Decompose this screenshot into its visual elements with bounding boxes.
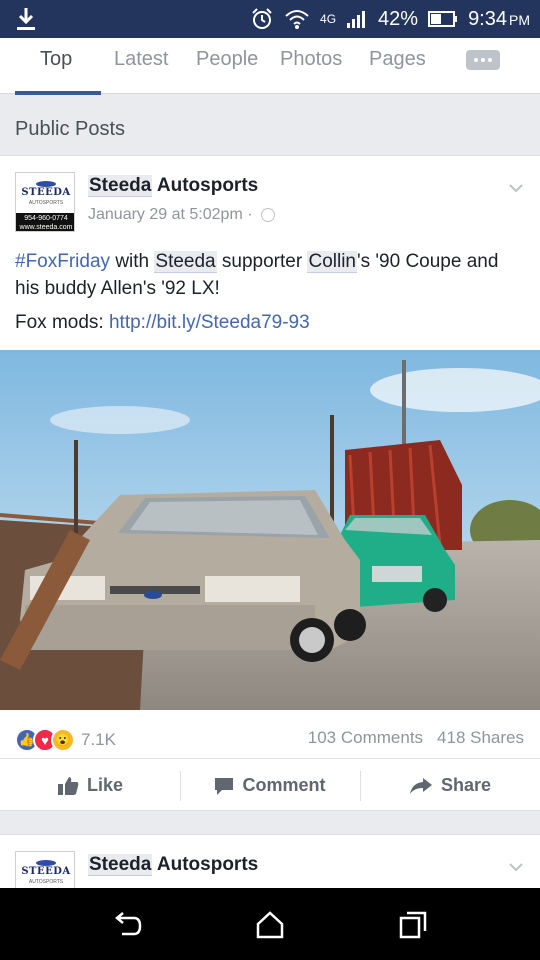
poster-name-2[interactable]: Steeda Autosports <box>88 854 258 876</box>
post-stats: 103 Comments 418 Shares <box>308 728 524 748</box>
home-icon[interactable] <box>255 910 285 940</box>
share-button[interactable]: Share <box>360 759 540 812</box>
tab-top[interactable]: Top <box>40 48 72 71</box>
signal-icon <box>347 11 366 28</box>
wow-reaction-icon: 😮 <box>51 728 75 752</box>
active-tab-indicator <box>15 91 101 95</box>
chevron-down-icon[interactable] <box>508 859 524 875</box>
alarm-icon <box>252 8 272 29</box>
reactions-summary[interactable]: 👍 ♥ 😮 7.1K <box>15 728 116 752</box>
wifi-icon <box>285 10 309 29</box>
section-title: Public Posts <box>15 118 126 140</box>
mods-line: Fox mods: http://bit.ly/Steeda79-93 <box>15 312 310 333</box>
post-card: STEEDA AUTOSPORTS 954-960-0774 www.steeda… <box>0 155 540 811</box>
tab-photos[interactable]: Photos <box>280 48 342 71</box>
android-nav-bar <box>0 888 540 960</box>
download-icon <box>17 8 35 30</box>
status-bar: 4G 42% 9:34 PM <box>0 0 540 38</box>
chevron-down-icon[interactable] <box>508 180 524 196</box>
back-icon[interactable] <box>112 910 142 940</box>
tab-people[interactable]: People <box>196 48 258 71</box>
clock: 9:34 PM <box>468 7 530 30</box>
post-photo[interactable] <box>0 350 540 710</box>
page-avatar[interactable]: STEEDA AUTOSPORTS 954-960-0774 www.steeda… <box>15 172 75 232</box>
network-type: 4G <box>320 12 337 26</box>
battery-percent: 42% <box>378 7 419 30</box>
comment-button[interactable]: Comment <box>180 759 360 812</box>
search-tabs: Top Latest People Photos Pages <box>0 38 540 94</box>
thumbs-up-icon <box>57 776 79 795</box>
reaction-count: 7.1K <box>81 730 116 749</box>
more-tabs-button[interactable] <box>466 50 500 70</box>
mods-link[interactable]: http://bit.ly/Steeda79-93 <box>109 312 310 333</box>
globe-icon <box>260 208 275 222</box>
post-card-2: STEEDA AUTOSPORTS Steeda Autosports <box>0 834 540 895</box>
shares-count[interactable]: 418 Shares <box>437 728 524 748</box>
mention-steeda[interactable]: Steeda <box>154 251 217 273</box>
like-button[interactable]: Like <box>0 759 180 812</box>
tab-pages[interactable]: Pages <box>369 48 426 71</box>
tab-latest[interactable]: Latest <box>114 48 168 71</box>
post-timestamp[interactable]: January 29 at 5:02pm · <box>88 206 275 224</box>
recent-apps-icon[interactable] <box>398 910 428 940</box>
poster-name[interactable]: Steeda Autosports <box>88 175 258 197</box>
comments-count[interactable]: 103 Comments <box>308 728 423 748</box>
hashtag-link[interactable]: #FoxFriday <box>15 251 110 272</box>
post-text: #FoxFriday with Steeda supporter Collin'… <box>15 251 499 299</box>
post-actions: Like Comment Share <box>0 758 540 812</box>
battery-icon <box>428 11 458 27</box>
mention-collin[interactable]: Collin <box>307 251 357 273</box>
share-icon <box>409 777 432 794</box>
comment-icon <box>215 777 234 795</box>
